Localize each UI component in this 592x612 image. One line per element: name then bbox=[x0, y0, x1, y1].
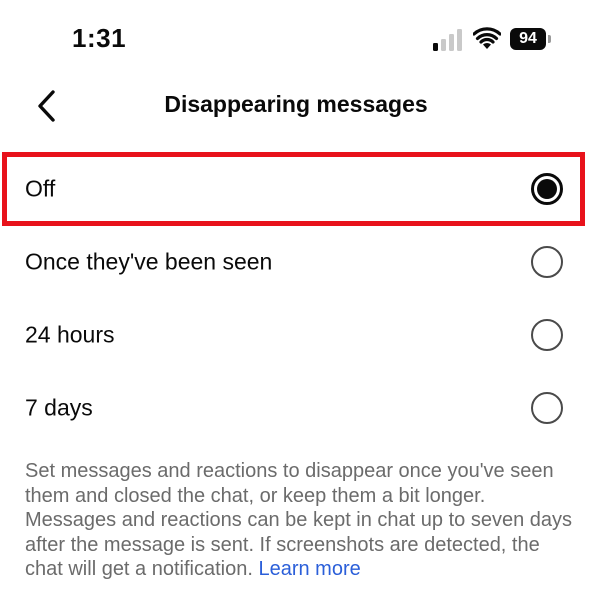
status-bar: 1:31 94 bbox=[0, 0, 592, 80]
battery-tip bbox=[548, 35, 551, 43]
option-label: Off bbox=[25, 175, 56, 201]
page-title: Disappearing messages bbox=[164, 91, 428, 117]
battery-indicator: 94 bbox=[510, 28, 551, 50]
option-7-days[interactable]: 7 days bbox=[0, 371, 592, 444]
description-text: Set messages and reactions to disappear … bbox=[25, 459, 575, 582]
disappearing-options-list: Off Once they've been seen 24 hours 7 da… bbox=[0, 152, 592, 444]
nav-header: Disappearing messages bbox=[0, 80, 592, 130]
radio-button[interactable] bbox=[531, 391, 563, 424]
radio-button-selected[interactable] bbox=[531, 172, 563, 205]
option-once-seen[interactable]: Once they've been seen bbox=[0, 225, 592, 298]
battery-level: 94 bbox=[510, 28, 546, 50]
option-label: Once they've been seen bbox=[25, 248, 273, 274]
wifi-icon bbox=[473, 27, 501, 49]
option-off[interactable]: Off bbox=[0, 152, 592, 225]
cellular-signal-icon bbox=[433, 29, 462, 51]
option-label: 7 days bbox=[25, 394, 93, 420]
learn-more-link[interactable]: Learn more bbox=[258, 558, 360, 580]
radio-button[interactable] bbox=[531, 245, 563, 278]
radio-button[interactable] bbox=[531, 318, 563, 351]
status-time: 1:31 bbox=[72, 23, 127, 53]
option-24-hours[interactable]: 24 hours bbox=[0, 298, 592, 371]
option-label: 24 hours bbox=[25, 321, 115, 347]
